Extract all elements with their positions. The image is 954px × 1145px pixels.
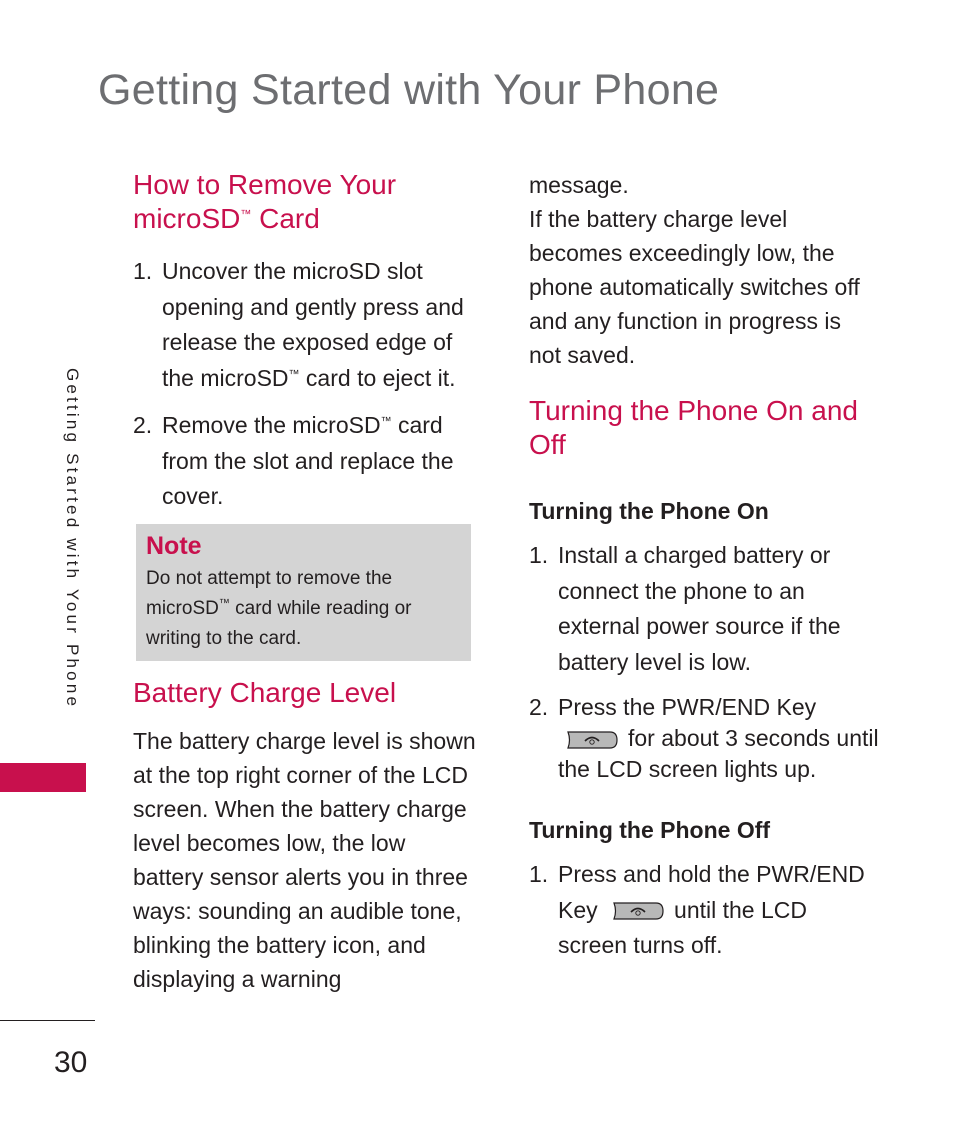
note-text: Do not attempt to remove the microSD™ ca… [146, 564, 461, 654]
battery-para-cont: message. [529, 172, 629, 198]
trademark: ™ [288, 367, 300, 380]
step-number: 2. [529, 694, 549, 720]
heading-line: Card [251, 203, 320, 234]
section-side-tab: Getting Started with Your Phone [63, 368, 82, 710]
heading-line: How to Remove Your [133, 169, 397, 200]
right-column: message. If the battery charge level bec… [529, 168, 879, 976]
remove-card-steps: 1. Uncover the microSD slot opening and … [133, 254, 478, 515]
heading-line: microSD [133, 203, 241, 234]
step-text: Install a charged battery or connect the… [558, 542, 841, 675]
list-item: 2. Press the PWR/END Key for about 3 sec… [529, 692, 879, 785]
remove-card-heading: How to Remove Your microSD™ Card [133, 168, 483, 236]
note-heading: Note [146, 532, 202, 560]
section-tab-marker [0, 763, 86, 792]
step-number: 1. [133, 258, 153, 284]
left-column: How to Remove Your microSD™ Card 1. Unco… [133, 168, 483, 527]
battery-para: The battery charge level is shown at the… [133, 728, 476, 992]
turn-on-steps: 1. Install a charged battery or connect … [529, 538, 879, 785]
pwr-end-key-icon [567, 731, 618, 749]
trademark: ™ [240, 208, 252, 221]
page-number: 30 [54, 1046, 88, 1079]
turn-off-heading: Turning the Phone Off [529, 817, 771, 843]
pwr-end-key-icon [613, 902, 664, 921]
list-item: 1. Uncover the microSD slot opening and … [133, 254, 478, 396]
note-box: Note Do not attempt to remove the microS… [136, 524, 471, 661]
list-item: 2. Remove the microSD™ card from the slo… [133, 408, 478, 515]
turn-off-steps: 1. Press and hold the PWR/END Key until … [529, 857, 879, 964]
list-item: 1. Press and hold the PWR/END Key until … [529, 857, 879, 964]
step-number: 1. [529, 861, 549, 887]
turn-on-heading: Turning the Phone On [529, 498, 769, 524]
battery-section: Battery Charge Level The battery charge … [133, 676, 481, 996]
footer-divider [0, 1020, 95, 1021]
power-heading: Turning the Phone On and Off [529, 395, 858, 460]
step-text: card to eject it. [299, 364, 456, 391]
list-item: 1. Install a charged battery or connect … [529, 538, 879, 680]
trademark: ™ [218, 597, 230, 610]
trademark: ™ [380, 415, 392, 428]
step-text: Press the PWR/END Key [558, 694, 817, 720]
page-title: Getting Started with Your Phone [98, 66, 720, 114]
step-number: 2. [133, 412, 153, 438]
step-number: 1. [529, 542, 549, 568]
battery-heading: Battery Charge Level [133, 677, 397, 708]
step-text: Remove the microSD [162, 412, 381, 438]
battery-para2: If the battery charge level becomes exce… [529, 206, 860, 368]
